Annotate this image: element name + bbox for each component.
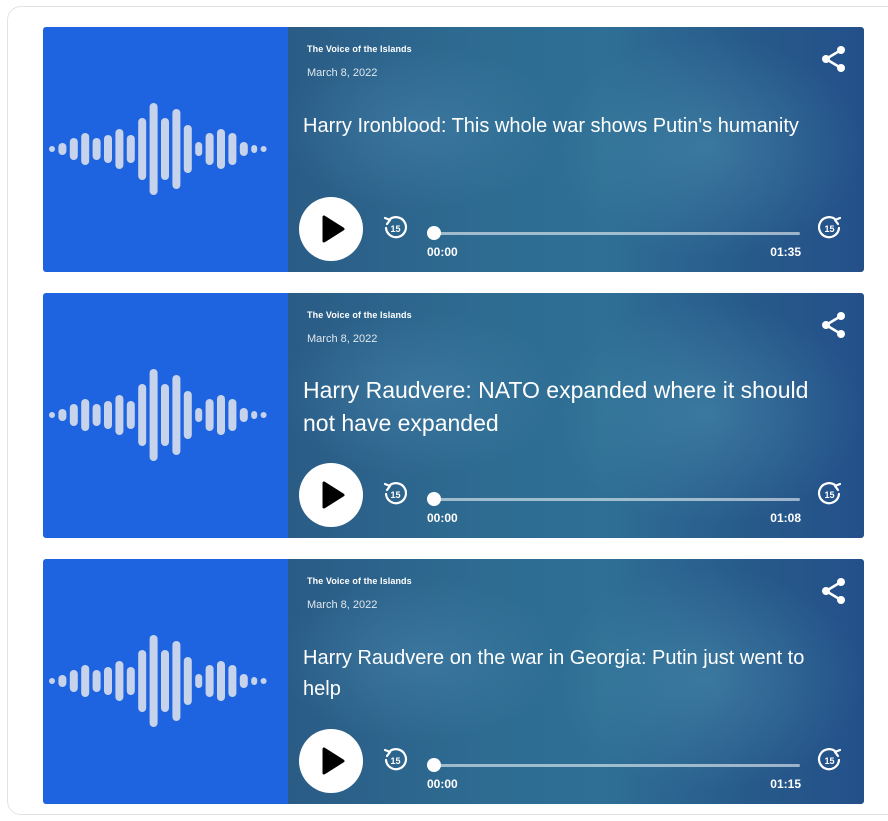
- progress-track[interactable]: [434, 232, 800, 235]
- station-name: The Voice of the Islands: [307, 44, 412, 54]
- progress-knob[interactable]: [427, 226, 441, 240]
- play-icon: [322, 215, 345, 243]
- time-current: 00:00: [427, 245, 458, 259]
- skip-seconds-label: 15: [824, 490, 834, 500]
- episode-date: March 8, 2022: [307, 599, 378, 611]
- skip-seconds-label: 15: [824, 224, 834, 234]
- rewind-15-icon[interactable]: 15: [381, 480, 409, 508]
- episode-thumbnail: [43, 27, 288, 272]
- episode-date: March 8, 2022: [307, 67, 378, 79]
- episode-title: Harry Raudvere: NATO expanded where it s…: [303, 377, 809, 436]
- podcast-card: The Voice of the Islands March 8, 2022 H…: [43, 293, 864, 538]
- player-panel: The Voice of the Islands March 8, 2022 H…: [288, 559, 864, 804]
- time-duration: 01:15: [770, 777, 801, 791]
- play-button[interactable]: [299, 197, 363, 261]
- time-duration: 01:08: [770, 511, 801, 525]
- progress-track[interactable]: [434, 764, 800, 767]
- skip-seconds-label: 15: [824, 756, 834, 766]
- player-panel: The Voice of the Islands March 8, 2022 H…: [288, 293, 864, 538]
- play-button[interactable]: [299, 729, 363, 793]
- waveform-icon: [49, 635, 267, 727]
- episode-title: Harry Raudvere on the war in Georgia: Pu…: [303, 647, 805, 700]
- rewind-15-icon[interactable]: 15: [381, 746, 409, 774]
- waveform-icon: [49, 103, 267, 195]
- forward-15-icon[interactable]: 15: [816, 746, 844, 774]
- podcast-card: The Voice of the Islands March 8, 2022 H…: [43, 559, 864, 804]
- forward-15-icon[interactable]: 15: [816, 480, 844, 508]
- waveform-icon: [49, 369, 267, 461]
- time-duration: 01:35: [770, 245, 801, 259]
- progress-track[interactable]: [434, 498, 800, 501]
- episode-date: March 8, 2022: [307, 333, 378, 345]
- play-button[interactable]: [299, 463, 363, 527]
- progress-knob[interactable]: [427, 492, 441, 506]
- player-panel: The Voice of the Islands March 8, 2022 H…: [288, 27, 864, 272]
- forward-15-icon[interactable]: 15: [816, 214, 844, 242]
- time-current: 00:00: [427, 777, 458, 791]
- progress-knob[interactable]: [427, 758, 441, 772]
- time-current: 00:00: [427, 511, 458, 525]
- episode-title: Harry Ironblood: This whole war shows Pu…: [303, 115, 799, 137]
- share-icon[interactable]: [820, 577, 848, 605]
- podcast-card: The Voice of the Islands March 8, 2022 H…: [43, 27, 864, 272]
- skip-seconds-label: 15: [390, 490, 400, 500]
- play-icon: [322, 747, 345, 775]
- station-name: The Voice of the Islands: [307, 576, 412, 586]
- skip-seconds-label: 15: [390, 756, 400, 766]
- episode-thumbnail: [43, 559, 288, 804]
- skip-seconds-label: 15: [390, 224, 400, 234]
- share-icon[interactable]: [820, 311, 848, 339]
- rewind-15-icon[interactable]: 15: [381, 214, 409, 242]
- play-icon: [322, 481, 345, 509]
- share-icon[interactable]: [820, 45, 848, 73]
- episode-thumbnail: [43, 293, 288, 538]
- station-name: The Voice of the Islands: [307, 310, 412, 320]
